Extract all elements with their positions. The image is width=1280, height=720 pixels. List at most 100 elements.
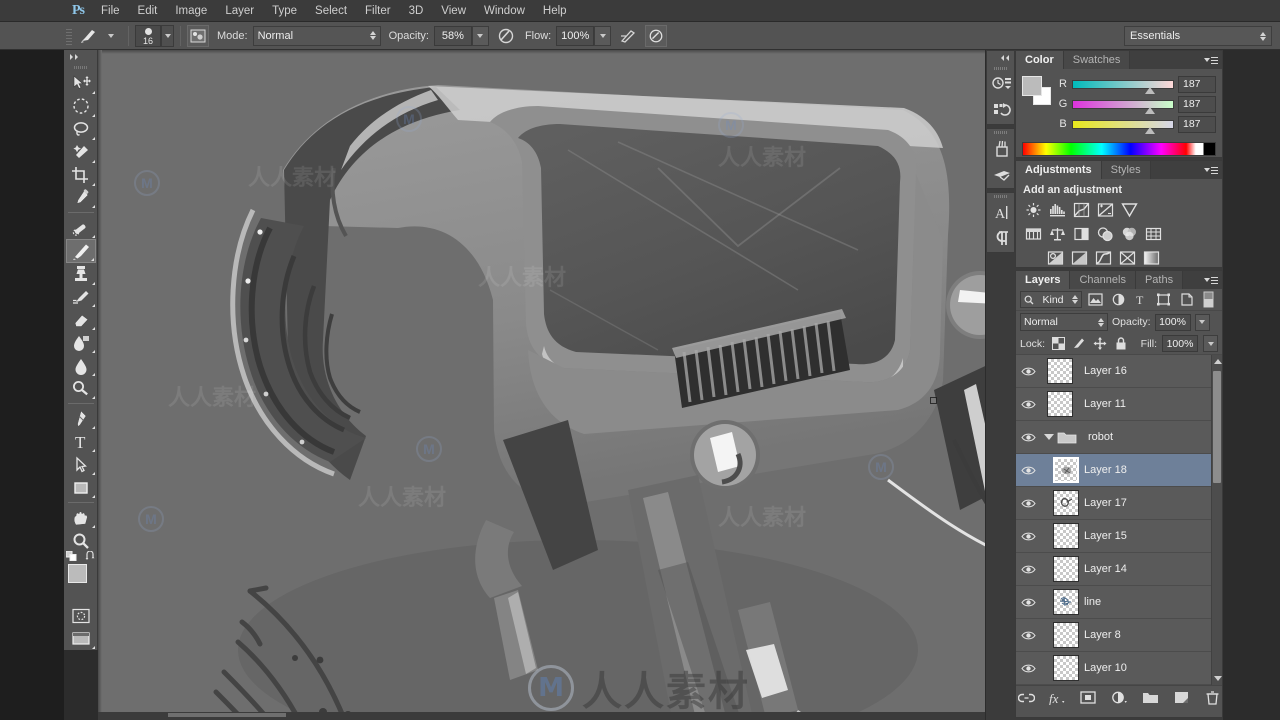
- layer-list-scrollbar[interactable]: [1211, 355, 1222, 685]
- lasso-tool[interactable]: [66, 118, 96, 141]
- group-header-cell[interactable]: [1040, 430, 1084, 445]
- table-row[interactable]: Layer 15: [1016, 520, 1222, 553]
- layer-name[interactable]: Layer 18: [1080, 464, 1127, 476]
- threshold-icon[interactable]: [1093, 248, 1114, 268]
- invert-icon[interactable]: [1045, 248, 1066, 268]
- tablet-pressure-icon[interactable]: [645, 24, 668, 47]
- quick-selection-tool[interactable]: [66, 141, 96, 164]
- table-row[interactable]: robot: [1016, 421, 1222, 454]
- layer-name[interactable]: line: [1080, 596, 1101, 608]
- layer-visibility-toggle[interactable]: [1016, 399, 1040, 410]
- layer-name[interactable]: Layer 17: [1080, 497, 1127, 509]
- selective-color-icon[interactable]: [1117, 248, 1138, 268]
- layer-blend-mode-select[interactable]: Normal: [1020, 313, 1108, 331]
- opacity-dropdown[interactable]: [471, 25, 489, 46]
- menu-file[interactable]: File: [92, 0, 129, 22]
- tab-color[interactable]: Color: [1016, 51, 1064, 69]
- options-bar-grip[interactable]: [64, 24, 74, 47]
- channel-value-b[interactable]: 187: [1178, 115, 1216, 133]
- hue-saturation-icon[interactable]: [1023, 224, 1044, 244]
- toggle-brush-panel-icon[interactable]: [187, 24, 209, 47]
- filter-type-layers-icon[interactable]: T: [1131, 291, 1150, 309]
- swap-colors-icon[interactable]: [85, 551, 96, 562]
- adjustment-layer-icon[interactable]: [1110, 689, 1128, 707]
- workspace-select[interactable]: Essentials: [1124, 26, 1272, 46]
- gradient-tool[interactable]: [66, 331, 96, 354]
- layer-visibility-toggle[interactable]: [1016, 597, 1040, 608]
- layer-visibility-toggle[interactable]: [1016, 564, 1040, 575]
- layer-name[interactable]: Layer 15: [1080, 530, 1127, 542]
- layer-visibility-toggle[interactable]: [1016, 432, 1040, 443]
- channel-thumb-b[interactable]: [1145, 126, 1155, 134]
- channel-slider-b[interactable]: [1072, 119, 1174, 134]
- lock-all-icon[interactable]: [1113, 336, 1129, 352]
- actions-icon[interactable]: [987, 98, 1016, 124]
- character-icon[interactable]: A: [987, 200, 1016, 226]
- layer-mask-icon[interactable]: [1079, 689, 1097, 707]
- move-tool[interactable]: [66, 72, 96, 95]
- paragraph-icon[interactable]: [987, 226, 1016, 252]
- clone-stamp-tool[interactable]: [66, 263, 96, 286]
- hand-tool[interactable]: [66, 506, 96, 529]
- brush-tool[interactable]: [65, 239, 96, 263]
- brush-size-field[interactable]: 16: [135, 24, 161, 47]
- table-row[interactable]: Layer 10: [1016, 652, 1222, 685]
- layer-list[interactable]: Layer 16 Layer 11 robot Layer 18 Layer 1…: [1016, 355, 1222, 685]
- menu-type[interactable]: Type: [263, 0, 306, 22]
- posterize-icon[interactable]: [1069, 248, 1090, 268]
- layer-name[interactable]: Layer 14: [1080, 563, 1127, 575]
- brush-preset-dropdown[interactable]: [100, 25, 122, 47]
- pressure-opacity-icon[interactable]: [495, 25, 517, 47]
- healing-brush-tool[interactable]: [66, 216, 96, 239]
- layer-visibility-toggle[interactable]: [1016, 498, 1040, 509]
- tab-paths[interactable]: Paths: [1135, 271, 1184, 289]
- scroll-down-arrow-icon[interactable]: [1214, 676, 1222, 681]
- menu-help[interactable]: Help: [534, 0, 576, 22]
- layer-thumbnail-cell[interactable]: [1040, 358, 1080, 384]
- layer-thumbnail-cell[interactable]: [1040, 391, 1080, 417]
- scroll-up-arrow-icon[interactable]: [1214, 359, 1222, 364]
- brush-size-dropdown[interactable]: [161, 24, 174, 47]
- layer-name[interactable]: Layer 16: [1080, 365, 1127, 377]
- black-white-icon[interactable]: [1071, 224, 1092, 244]
- type-tool[interactable]: T: [66, 430, 96, 453]
- channel-value-g[interactable]: 187: [1178, 95, 1216, 113]
- layer-thumbnail-cell[interactable]: [1040, 589, 1080, 615]
- filter-toggle-switch[interactable]: [1199, 291, 1218, 309]
- layer-name[interactable]: Layer 8: [1080, 629, 1121, 641]
- menu-layer[interactable]: Layer: [216, 0, 263, 22]
- layer-filter-kind-select[interactable]: Kind: [1020, 291, 1082, 308]
- curves-icon[interactable]: [1071, 200, 1092, 220]
- color-spectrum-ramp[interactable]: [1022, 142, 1216, 156]
- channel-slider-r[interactable]: [1072, 79, 1174, 94]
- layer-name[interactable]: Layer 11: [1080, 398, 1126, 410]
- flow-dropdown[interactable]: [594, 25, 612, 46]
- channel-slider-g[interactable]: [1072, 99, 1174, 114]
- toolbar-grip[interactable]: [64, 64, 98, 72]
- menu-edit[interactable]: Edit: [129, 0, 167, 22]
- table-row[interactable]: Layer 17: [1016, 487, 1222, 520]
- layer-opacity-dropdown[interactable]: [1194, 313, 1210, 331]
- quick-mask-icon[interactable]: [66, 604, 96, 627]
- layer-name[interactable]: Layer 10: [1080, 662, 1127, 674]
- eyedropper-tool[interactable]: [66, 187, 96, 210]
- table-row[interactable]: Layer 11: [1016, 388, 1222, 421]
- dock-expand-button[interactable]: [987, 51, 1014, 65]
- layer-visibility-toggle[interactable]: [1016, 630, 1040, 641]
- layer-visibility-toggle[interactable]: [1016, 366, 1040, 377]
- lock-transparent-pixels-icon[interactable]: [1050, 336, 1066, 352]
- flow-value[interactable]: 100%: [556, 25, 595, 46]
- layer-opacity-value[interactable]: 100%: [1154, 313, 1191, 331]
- filter-pixel-layers-icon[interactable]: [1086, 291, 1105, 309]
- channel-thumb-r[interactable]: [1145, 86, 1155, 94]
- channel-thumb-g[interactable]: [1145, 106, 1155, 114]
- link-layers-icon[interactable]: [1017, 689, 1035, 707]
- layer-style-icon[interactable]: fx: [1048, 689, 1066, 707]
- brush-panel-icon[interactable]: [987, 162, 1016, 188]
- menu-select[interactable]: Select: [306, 0, 356, 22]
- fill-value[interactable]: 100%: [1162, 335, 1198, 352]
- table-row[interactable]: line: [1016, 586, 1222, 619]
- levels-icon[interactable]: [1047, 200, 1068, 220]
- brightness-contrast-icon[interactable]: [1023, 200, 1044, 220]
- history-icon[interactable]: [987, 72, 1016, 98]
